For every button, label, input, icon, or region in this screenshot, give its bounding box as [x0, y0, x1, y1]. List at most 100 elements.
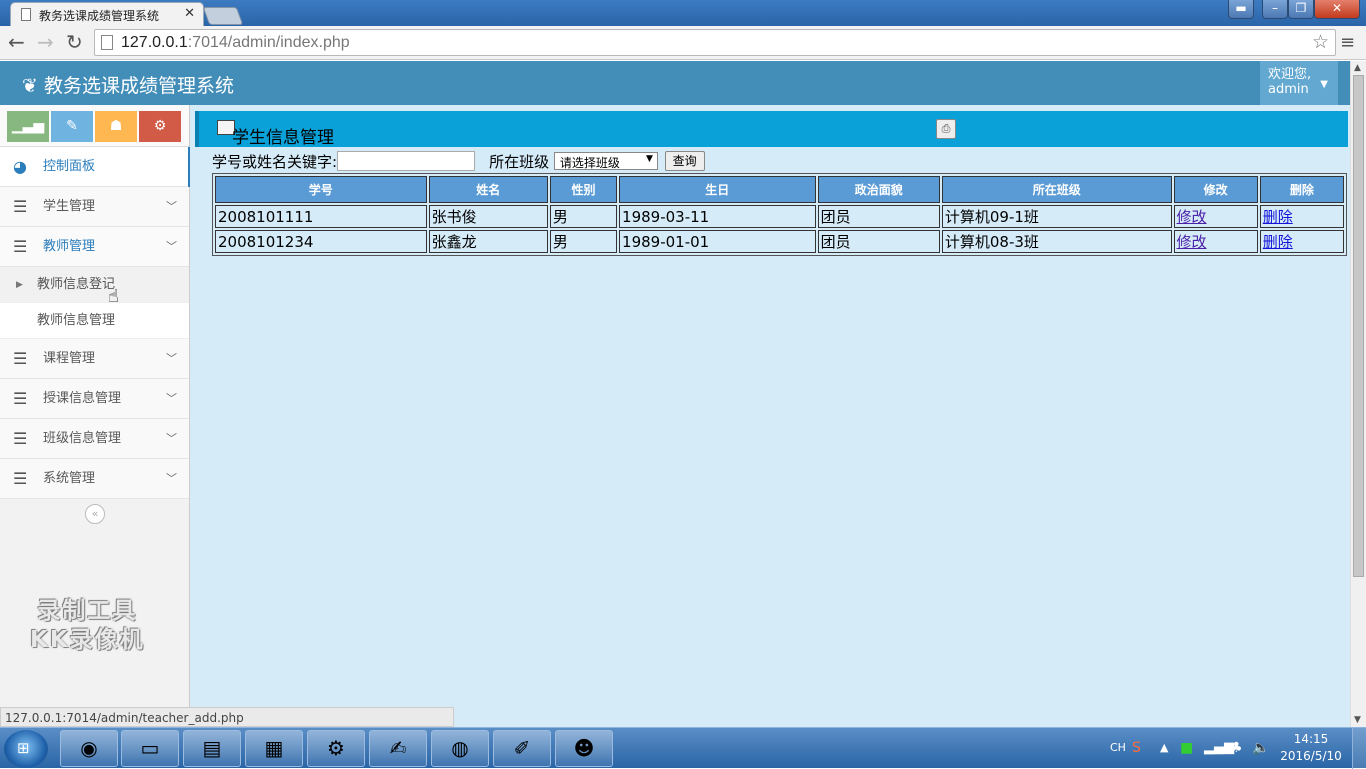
column-header: 删除: [1259, 176, 1344, 203]
bookmark-star-icon[interactable]: ☆: [1312, 31, 1329, 54]
search-form: 学号或姓名关键字: 所在班级 请选择班级 ▼ 查询: [212, 151, 705, 171]
new-tab-button[interactable]: [202, 7, 244, 25]
print-icon[interactable]: ⎙: [936, 119, 956, 139]
dropdown-arrow-icon: ▼: [645, 154, 653, 164]
edit-link[interactable]: 修改: [1177, 208, 1207, 226]
cogs-icon[interactable]: ⚙: [139, 111, 181, 142]
notepad-icon[interactable]: ✐: [493, 730, 551, 767]
cell-class: 计算机08-3班: [941, 230, 1172, 253]
back-arrow-icon[interactable]: ←: [8, 31, 25, 53]
app-header: ❦ 教务选课成绩管理系统 欢迎您, admin ▼: [0, 61, 1350, 105]
forward-arrow-icon[interactable]: →: [37, 31, 54, 53]
column-header: 修改: [1173, 176, 1258, 203]
cell-birthday: 1989-03-11: [619, 205, 816, 228]
cell-student-id: 2008101234: [215, 230, 427, 253]
close-window-button[interactable]: ✕: [1314, 0, 1360, 19]
scroll-thumb[interactable]: [1353, 75, 1364, 577]
keyword-label: 学号或姓名关键字:: [212, 153, 338, 171]
scroll-up-icon[interactable]: ▲: [1354, 63, 1361, 73]
edit-link[interactable]: 修改: [1177, 233, 1207, 251]
list-icon: ☰: [13, 469, 28, 488]
sidebar-item-teachers[interactable]: ☰ 教师管理 ﹀: [0, 227, 189, 267]
chevron-down-icon: ﹀: [166, 352, 177, 365]
signal-icon[interactable]: ▁▃▅: [7, 111, 49, 142]
start-button[interactable]: ⊞: [4, 730, 48, 768]
query-button[interactable]: 查询: [664, 151, 705, 171]
cell-class: 计算机09-1班: [941, 205, 1172, 228]
clock-time: 14:15: [1293, 732, 1329, 746]
cell-gender: 男: [549, 205, 618, 228]
control-panel-icon[interactable]: ▦: [245, 730, 303, 767]
sidebar-subitem-label: 教师信息管理: [37, 313, 116, 328]
class-select[interactable]: 请选择班级 ▼: [553, 152, 658, 170]
browser-tab[interactable]: 教务选课成绩管理系统 ✕: [10, 2, 204, 26]
show-desktop-button[interactable]: [1352, 728, 1366, 769]
folder-icon[interactable]: ▭: [121, 730, 179, 767]
sidebar-item-label: 控制面板: [43, 159, 96, 174]
settings-icon[interactable]: ⚙: [307, 730, 365, 767]
sidebar-item-dashboard[interactable]: ◕ 控制面板: [0, 147, 190, 187]
user-menu[interactable]: 欢迎您, admin ▼: [1260, 61, 1338, 105]
sidebar-subitem-teacher-manage[interactable]: 教师信息管理: [0, 303, 189, 339]
group-icon[interactable]: ☗: [95, 111, 137, 142]
sidebar-item-system[interactable]: ☰ 系统管理 ﹀: [0, 459, 189, 499]
chevron-down-icon: ﹀: [166, 240, 177, 253]
chrome-icon[interactable]: ◉: [60, 730, 118, 767]
caret-down-icon: ▼: [1320, 79, 1328, 90]
column-header: 学号: [215, 176, 427, 203]
sidebar-item-label: 授课信息管理: [43, 391, 122, 406]
sidebar-item-classes[interactable]: ☰ 班级信息管理 ﹀: [0, 419, 189, 459]
table-row: 2008101234 张鑫龙 男 1989-01-01 团员 计算机08-3班 …: [215, 230, 1344, 253]
scroll-down-icon[interactable]: ▼: [1354, 715, 1361, 725]
page-scrollbar[interactable]: ▲ ▼: [1350, 61, 1366, 727]
delete-link[interactable]: 删除: [1263, 233, 1293, 251]
chevron-down-icon: ﹀: [166, 432, 177, 445]
sidebar-item-courses[interactable]: ☰ 课程管理 ﹀: [0, 339, 189, 379]
ball-icon[interactable]: ◍: [431, 730, 489, 767]
system-clock[interactable]: 14:15 2016/5/10: [1280, 731, 1342, 765]
list-icon: ☰: [13, 429, 28, 448]
watermark-line: KK录像机: [30, 627, 145, 653]
list-icon: ☰: [13, 389, 28, 408]
list-icon: ☰: [13, 349, 28, 368]
qq-icon[interactable]: ♣: [1230, 728, 1243, 768]
minimize-button[interactable]: –: [1262, 0, 1288, 19]
volume-icon[interactable]: 🔈: [1252, 728, 1269, 768]
shortcut-bar: ▁▃▅ ✎ ☗ ⚙: [0, 105, 189, 147]
column-header: 性别: [549, 176, 618, 203]
security-icon[interactable]: ■: [1180, 728, 1193, 768]
url-path: :7014/admin/index.php: [187, 34, 350, 51]
table-row: 2008101111 张书俊 男 1989-03-11 团员 计算机09-1班 …: [215, 205, 1344, 228]
toolbox-icon[interactable]: ▤: [183, 730, 241, 767]
reload-icon[interactable]: ↻: [66, 31, 83, 53]
editor-icon[interactable]: ✍: [369, 730, 427, 767]
url-input[interactable]: 127.0.0.1:7014/admin/index.php ☆: [94, 29, 1336, 56]
tray-expand-icon[interactable]: ▲: [1160, 728, 1168, 768]
cell-gender: 男: [549, 230, 618, 253]
column-header: 姓名: [428, 176, 548, 203]
lang-indicator[interactable]: CH: [1110, 728, 1126, 768]
menu-icon[interactable]: ≡: [1340, 32, 1355, 53]
maximize-button[interactable]: ❐: [1288, 0, 1314, 19]
pencil-icon[interactable]: ✎: [51, 111, 93, 142]
sidebar-collapse-button[interactable]: «: [85, 504, 105, 524]
hand-cursor-icon: ☝: [108, 286, 119, 307]
sidebar-subitem-teacher-add[interactable]: ▶ 教师信息登记: [0, 267, 189, 303]
app-title[interactable]: ❦ 教务选课成绩管理系统: [22, 71, 234, 98]
sidebar-item-label: 系统管理: [43, 471, 96, 486]
student-table: 学号 姓名 性别 生日 政治面貌 所在班级 修改 删除 2008101111 张…: [212, 173, 1347, 256]
user-icon[interactable]: ▬: [1228, 0, 1254, 19]
list-icon: ☰: [13, 237, 28, 256]
keyword-input[interactable]: [337, 151, 476, 171]
content-header-bar: [195, 111, 1348, 147]
recorder-icon[interactable]: ☻: [555, 730, 613, 767]
tab-close-icon[interactable]: ✕: [184, 6, 195, 21]
column-header: 生日: [619, 176, 816, 203]
sidebar-item-teaching[interactable]: ☰ 授课信息管理 ﹀: [0, 379, 189, 419]
cell-name: 张书俊: [428, 205, 548, 228]
sidebar-subitem-label: 教师信息登记: [37, 277, 116, 292]
sogou-icon[interactable]: S: [1132, 728, 1141, 768]
delete-link[interactable]: 删除: [1263, 208, 1293, 226]
sidebar-item-students[interactable]: ☰ 学生管理 ﹀: [0, 187, 189, 227]
leaf-icon: ❦: [22, 75, 44, 97]
